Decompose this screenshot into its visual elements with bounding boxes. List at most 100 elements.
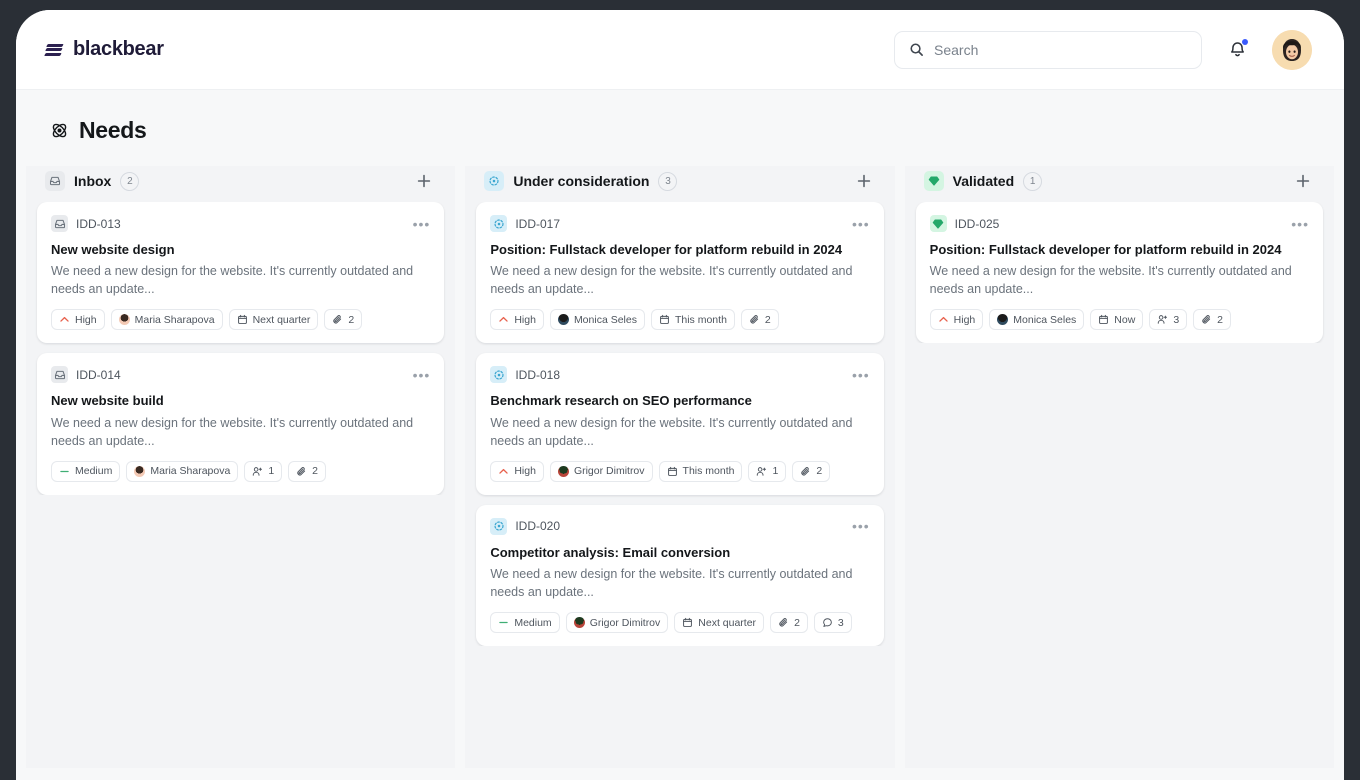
- assignee-avatar-icon: [557, 314, 569, 326]
- assignee-avatar-icon: [573, 617, 585, 629]
- paperclip-icon: [749, 314, 760, 325]
- card-title: New website design: [51, 242, 175, 257]
- card-badge-priority[interactable]: Medium: [51, 460, 121, 482]
- loader-circle-icon: [484, 171, 505, 191]
- app-window: blackbear Search Needs Inbox 2 IDD-013 •…: [16, 10, 1344, 780]
- brand-logo[interactable]: blackbear: [44, 38, 164, 61]
- card-badge-attachments[interactable]: 2: [740, 309, 779, 331]
- card-menu-button[interactable]: •••: [852, 368, 870, 382]
- search-input[interactable]: Search: [894, 30, 1202, 69]
- kanban-card[interactable]: IDD-017 ••• Position: Fullstack developer …: [476, 202, 884, 344]
- column-header: Inbox 2: [26, 166, 455, 202]
- card-badge-priority[interactable]: High: [51, 309, 105, 331]
- comment-icon: [822, 617, 833, 628]
- card-badge-priority[interactable]: High: [490, 460, 544, 482]
- card-badge-assignee[interactable]: Maria Sharapova: [110, 309, 223, 331]
- card-badge-attachments[interactable]: 2: [770, 612, 808, 634]
- card-header: IDD-018 •••: [490, 366, 870, 384]
- card-badge-people[interactable]: 1: [244, 460, 283, 482]
- card-badge-date[interactable]: Next quarter: [674, 612, 765, 634]
- card-badges: Medium Maria Sharapova 1 2: [51, 460, 430, 482]
- card-badge-label: Maria Sharapova: [134, 313, 215, 326]
- loader-circle-icon: [490, 215, 508, 232]
- card-badge-attachments[interactable]: 2: [1193, 309, 1231, 331]
- card-menu-button[interactable]: •••: [413, 368, 431, 382]
- kanban-board: Inbox 2 IDD-013 ••• New website design We ne…: [16, 166, 1344, 768]
- minus-icon: [59, 466, 70, 477]
- card-badge-label: This month: [682, 465, 735, 478]
- calendar-icon: [1098, 314, 1109, 325]
- column-card-list: IDD-013 ••• New website design We need a ne…: [26, 202, 455, 495]
- brand-name: blackbear: [73, 38, 164, 60]
- card-id: IDD-017: [515, 216, 561, 231]
- column-card-list: IDD-025 ••• Position: Fullstack developer …: [905, 202, 1334, 344]
- card-badge-label: 1: [772, 465, 779, 478]
- card-badge-assignee[interactable]: Monica Seles: [989, 309, 1085, 331]
- add-card-button[interactable]: [413, 170, 435, 192]
- card-badge-people[interactable]: 1: [748, 460, 787, 482]
- card-badge-label: 3: [1173, 313, 1180, 326]
- card-badge-comments[interactable]: 3: [813, 612, 852, 634]
- chevron-up-icon: [498, 466, 509, 477]
- card-badge-priority[interactable]: High: [929, 309, 984, 331]
- kanban-card[interactable]: IDD-025 ••• Position: Fullstack developer …: [915, 202, 1323, 344]
- card-badge-assignee[interactable]: Grigor Dimitrov: [549, 460, 653, 482]
- card-badge-label: Next quarter: [252, 313, 311, 326]
- card-menu-button[interactable]: •••: [852, 217, 870, 231]
- card-description: We need a new design for the website. It…: [490, 415, 853, 448]
- assignee-avatar-icon: [997, 314, 1009, 326]
- card-badge-date[interactable]: This month: [650, 309, 735, 331]
- card-badge-assignee[interactable]: Maria Sharapova: [126, 460, 239, 482]
- paperclip-icon: [1201, 314, 1212, 325]
- card-header: IDD-017 •••: [490, 215, 869, 232]
- search-placeholder: Search: [934, 41, 979, 58]
- card-badge-label: 3: [837, 616, 844, 629]
- card-id: IDD-025: [954, 216, 1000, 231]
- page-title: Needs: [16, 90, 1344, 166]
- avatar[interactable]: [1272, 29, 1312, 70]
- kanban-column-inbox: Inbox 2 IDD-013 ••• New website design We ne…: [26, 166, 456, 768]
- card-menu-button[interactable]: •••: [852, 519, 870, 533]
- column-card-list: IDD-017 ••• Position: Fullstack developer …: [465, 202, 894, 647]
- card-badge-attachments[interactable]: 2: [792, 460, 831, 482]
- card-badge-label: Grigor Dimitrov: [589, 616, 661, 629]
- add-card-button[interactable]: [853, 170, 875, 192]
- card-badge-date[interactable]: Next quarter: [228, 309, 319, 331]
- card-badge-people[interactable]: 3: [1149, 309, 1188, 331]
- inbox-icon: [51, 366, 68, 384]
- assignee-avatar-icon: [118, 314, 130, 326]
- card-badge-attachments[interactable]: 2: [288, 460, 327, 482]
- card-badge-label: High: [75, 313, 97, 326]
- card-menu-button[interactable]: •••: [1291, 217, 1309, 231]
- card-badges: High Monica Seles Now 3 2: [929, 309, 1309, 331]
- card-header: IDD-014 •••: [51, 366, 431, 384]
- card-badge-date[interactable]: This month: [658, 460, 743, 482]
- card-badge-priority[interactable]: High: [490, 309, 544, 331]
- gem-icon: [923, 171, 944, 191]
- column-title: Under consideration: [513, 173, 650, 189]
- column-header: Under consideration 3: [465, 166, 894, 202]
- card-badge-label: High: [514, 465, 536, 478]
- card-badge-date[interactable]: Now: [1090, 309, 1144, 331]
- assignee-avatar-icon: [134, 465, 146, 477]
- add-card-button[interactable]: [1292, 170, 1314, 192]
- card-menu-button[interactable]: •••: [413, 217, 431, 231]
- kanban-card[interactable]: IDD-013 ••• New website design We need a ne…: [37, 202, 445, 344]
- search-icon: [909, 42, 924, 57]
- paperclip-icon: [296, 466, 307, 477]
- card-badge-priority[interactable]: Medium: [490, 612, 560, 634]
- chevron-up-icon: [498, 314, 509, 325]
- card-badge-attachments[interactable]: 2: [324, 309, 363, 331]
- card-badge-assignee[interactable]: Monica Seles: [549, 309, 645, 331]
- card-id: IDD-014: [76, 367, 121, 382]
- notifications-button[interactable]: [1222, 35, 1252, 65]
- user-plus-icon: [1157, 314, 1168, 325]
- kanban-card[interactable]: IDD-014 ••• New website build We need a new…: [37, 353, 445, 495]
- kanban-column-under-consideration: Under consideration 3 IDD-017 ••• Position:…: [465, 166, 895, 768]
- column-title: Inbox: [74, 173, 112, 189]
- slashes-logo-icon: [44, 42, 64, 58]
- kanban-card[interactable]: IDD-020 ••• Competitor analysis: Email con…: [476, 504, 884, 647]
- inbox-icon: [51, 215, 68, 232]
- card-badge-assignee[interactable]: Grigor Dimitrov: [565, 612, 669, 634]
- kanban-card[interactable]: IDD-018 ••• Benchmark research on SEO perf…: [476, 353, 884, 495]
